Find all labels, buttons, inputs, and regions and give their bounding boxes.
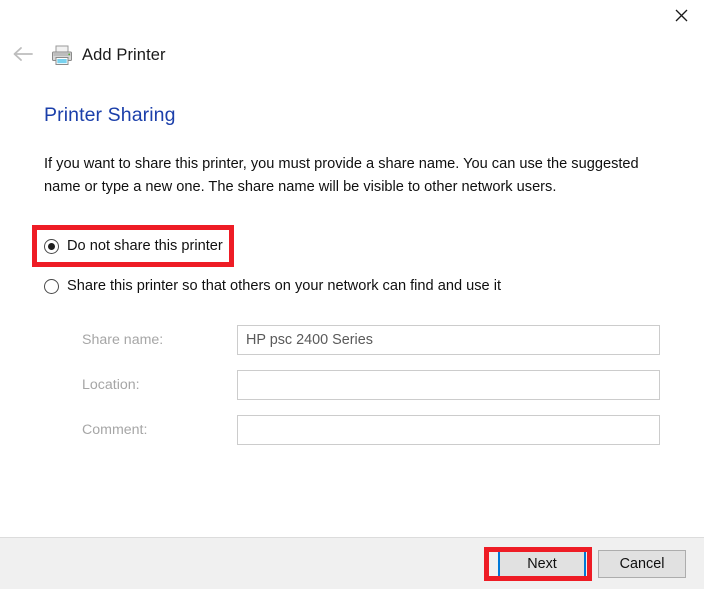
field-row-comment: Comment: [82,415,660,445]
next-button[interactable]: Next [498,549,586,578]
page-description: If you want to share this printer, you m… [44,156,639,195]
window-title: Add Printer [82,45,166,64]
content-area: Printer Sharing If you want to share thi… [0,78,704,537]
field-row-share-name: Share name: [82,325,660,355]
close-icon [675,9,688,22]
page-title: Printer Sharing [44,104,176,126]
close-button[interactable] [658,0,704,30]
add-printer-window: Add Printer Printer Sharing If you want … [0,0,704,589]
label-comment: Comment: [82,422,148,438]
option-share-printer[interactable]: Share this printer so that others on you… [44,273,660,299]
field-row-location: Location: [82,370,660,400]
location-input[interactable] [237,370,660,400]
nav-bar: Add Printer [0,32,704,78]
back-arrow-icon [12,46,34,65]
label-share-name: Share name: [82,332,164,348]
label-location: Location: [82,377,140,393]
dialog-footer: Next Cancel [0,537,704,589]
back-button[interactable] [6,38,40,72]
comment-input[interactable] [237,415,660,445]
radio-do-not-share[interactable] [44,238,59,254]
cancel-button[interactable]: Cancel [598,549,686,578]
printer-icon [50,43,74,67]
share-details-form: Share name: Location: Comment: [44,325,660,445]
title-bar [0,0,704,32]
share-name-input[interactable] [237,325,660,355]
radio-share-printer[interactable] [44,278,59,294]
option-do-not-share[interactable]: Do not share this printer [44,233,660,259]
sharing-options-group: Do not share this printer Share this pri… [32,225,660,299]
option-label-do-not-share: Do not share this printer [67,238,223,254]
option-label-share-printer: Share this printer so that others on you… [67,278,502,294]
